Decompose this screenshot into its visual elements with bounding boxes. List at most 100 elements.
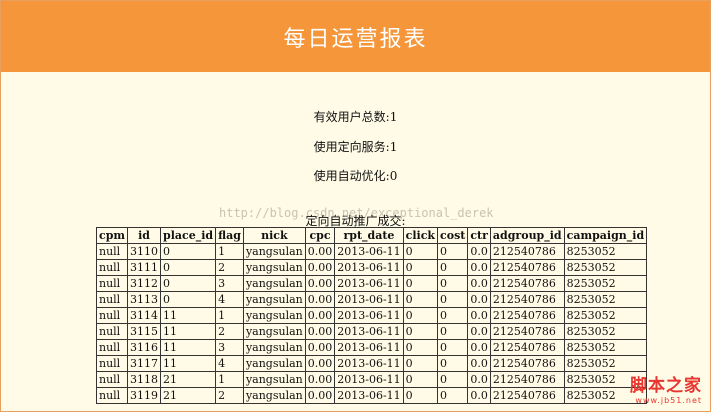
table-cell: yangsulan xyxy=(242,323,306,340)
table-row: null 3117 11 4 yangsulan 0.00 2013-06-11 0 0 0.0 2… xyxy=(95,355,648,372)
table-cell: 0.00 xyxy=(304,323,336,340)
table-cell: 0.00 xyxy=(304,387,336,404)
table-cell: 0 xyxy=(160,259,217,276)
table-cell: null xyxy=(95,259,129,276)
table-cell: 0.00 xyxy=(304,291,336,308)
table-cell: 3113 xyxy=(127,291,162,308)
column-header-flag: flag xyxy=(215,227,244,244)
table-cell: 2013-06-11 xyxy=(334,371,404,388)
table-cell: 3114 xyxy=(127,307,162,324)
table-cell: yangsulan xyxy=(242,291,306,308)
table-row: null 3118 21 1 yangsulan 0.00 2013-06-11 0 0 0.0 2… xyxy=(95,371,648,388)
table-cell: null xyxy=(95,307,129,324)
table-cell: 0 xyxy=(160,243,217,260)
table-cell: yangsulan xyxy=(242,339,306,356)
table-cell: 212540786 xyxy=(489,291,565,308)
table-row: null 3116 11 3 yangsulan 0.00 2013-06-11 0 0 0.0 2… xyxy=(95,339,648,356)
table-cell: 212540786 xyxy=(489,323,565,340)
table-cell: null xyxy=(95,371,129,388)
table-cell: 2 xyxy=(215,259,244,276)
table-cell: 0 xyxy=(437,339,469,356)
table-cell: 0.0 xyxy=(467,243,491,260)
table-cell: null xyxy=(95,291,129,308)
table-cell: 0.00 xyxy=(304,355,336,372)
table-cell: 3119 xyxy=(127,387,162,404)
table-cell: 2013-06-11 xyxy=(334,355,404,372)
table-cell: 21 xyxy=(160,371,217,388)
table-cell: 0 xyxy=(437,291,469,308)
table-cell: 8253052 xyxy=(563,275,648,292)
table-cell: 4 xyxy=(215,355,244,372)
table-row: null 3119 21 2 yangsulan 0.00 2013-06-11 0 0 0.0 2… xyxy=(95,387,648,404)
table-cell: 0 xyxy=(402,355,439,372)
table-cell: 0 xyxy=(437,275,469,292)
table-cell: 8253052 xyxy=(563,259,648,276)
table-cell: 0 xyxy=(402,275,439,292)
table-cell: 21 xyxy=(160,387,217,404)
table-cell: yangsulan xyxy=(242,371,306,388)
table-cell: 3115 xyxy=(127,323,162,340)
table-cell: 2 xyxy=(215,387,244,404)
table-cell: 11 xyxy=(160,355,217,372)
table-cell: 0.0 xyxy=(467,355,491,372)
table-cell: 0.0 xyxy=(467,259,491,276)
table-cell: 0 xyxy=(160,275,217,292)
column-header-cpc: cpc xyxy=(304,227,336,244)
table-cell: 3118 xyxy=(127,371,162,388)
table-cell: 0.00 xyxy=(304,259,336,276)
column-header-campaign-id: campaign_id xyxy=(563,227,648,244)
auto-optimize-stat: 使用自动优化:0 xyxy=(313,169,398,183)
table-cell: 0 xyxy=(402,243,439,260)
table-cell: 2013-06-11 xyxy=(334,307,404,324)
logo-url: www.jb51.net xyxy=(635,396,702,405)
site-logo: 脚本之家 www.jb51.net xyxy=(630,371,702,405)
table-cell: 3111 xyxy=(127,259,162,276)
table-cell: null xyxy=(95,387,129,404)
table-cell: 2013-06-11 xyxy=(334,387,404,404)
table-cell: 0 xyxy=(437,243,469,260)
table-cell: 2013-06-11 xyxy=(334,259,404,276)
table-cell: 212540786 xyxy=(489,243,565,260)
table-row: null 3111 0 2 yangsulan 0.00 2013-06-11 0 0 0.0 21… xyxy=(95,259,648,276)
table-cell: 0.0 xyxy=(467,307,491,324)
table-cell: 0 xyxy=(402,371,439,388)
report-table: cpm id place_id flag nick cpc rpt_date click cos… xyxy=(95,227,648,404)
table-cell: 3116 xyxy=(127,339,162,356)
table-cell: 212540786 xyxy=(489,339,565,356)
table-cell: 2013-06-11 xyxy=(334,275,404,292)
logo-name: 脚本之家 xyxy=(630,376,702,396)
table-cell: 2 xyxy=(215,323,244,340)
table-cell: 2013-06-11 xyxy=(334,323,404,340)
table-cell: 2013-06-11 xyxy=(334,243,404,260)
table-cell: 0.0 xyxy=(467,323,491,340)
table-cell: 0 xyxy=(402,339,439,356)
table-cell: 0 xyxy=(437,387,469,404)
column-header-rpt-date: rpt_date xyxy=(334,227,404,244)
table-cell: 4 xyxy=(215,291,244,308)
table-cell: 0 xyxy=(437,307,469,324)
table-cell: 1 xyxy=(215,307,244,324)
column-header-click: click xyxy=(402,227,439,244)
table-cell: 212540786 xyxy=(489,275,565,292)
column-header-place-id: place_id xyxy=(160,227,217,244)
page-title: 每日运营报表 xyxy=(283,26,428,52)
table-cell: 0.0 xyxy=(467,371,491,388)
table-cell: 11 xyxy=(160,323,217,340)
table-cell: 3117 xyxy=(127,355,162,372)
table-cell: 0.00 xyxy=(304,275,336,292)
table-cell: 212540786 xyxy=(489,355,565,372)
table-cell: 8253052 xyxy=(563,291,648,308)
table-cell: 3110 xyxy=(127,243,162,260)
table-cell: yangsulan xyxy=(242,275,306,292)
table-cell: 8253052 xyxy=(563,355,648,372)
table-row: null 3110 0 1 yangsulan 0.00 2013-06-11 0 0 0.0 21… xyxy=(95,243,648,260)
table-cell: 11 xyxy=(160,339,217,356)
table-cell: 0.0 xyxy=(467,387,491,404)
table-cell: 2013-06-11 xyxy=(334,339,404,356)
column-header-ctr: ctr xyxy=(467,227,491,244)
table-cell: null xyxy=(95,339,129,356)
table-cell: 212540786 xyxy=(489,371,565,388)
table-cell: 11 xyxy=(160,307,217,324)
table-cell: yangsulan xyxy=(242,243,306,260)
table-cell: yangsulan xyxy=(242,307,306,324)
